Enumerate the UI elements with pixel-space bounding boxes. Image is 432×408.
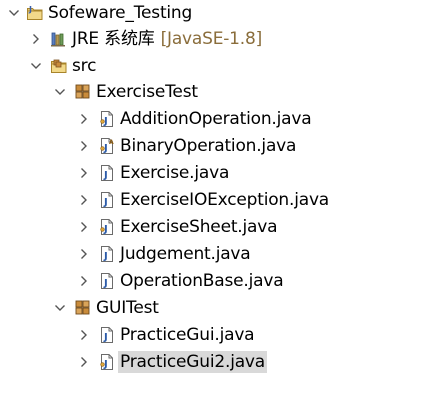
tree-row-file[interactable]: J Exercise.java (0, 160, 432, 187)
package-name[interactable]: GUITest (94, 297, 161, 319)
file-name[interactable]: Exercise.java (118, 162, 231, 184)
java-class-file-icon: J (98, 326, 116, 344)
tree-row-project[interactable]: J Sofeware_Testing (0, 0, 432, 27)
java-class-file-icon: J (98, 191, 116, 209)
chevron-right-icon[interactable] (76, 327, 92, 343)
java-project-icon: J (26, 4, 44, 22)
jre-version-decoration: [JavaSE-1.8] (160, 29, 263, 49)
jre-library-name: JRE 系统库 (72, 29, 155, 49)
java-class-file-icon: J (98, 272, 116, 290)
chevron-right-icon[interactable] (76, 192, 92, 208)
jre-library-label[interactable]: JRE 系统库 [JavaSE-1.8] (70, 28, 264, 50)
tree-row-file[interactable]: J ExerciseIOException.java (0, 187, 432, 214)
chevron-right-icon[interactable] (76, 111, 92, 127)
tree-row-file[interactable]: J OperationBase.java (0, 268, 432, 295)
tree-row-package[interactable]: GUITest (0, 295, 432, 322)
svg-text:J: J (103, 251, 108, 262)
source-folder-icon (50, 57, 68, 75)
java-class-file-icon: J (98, 353, 116, 371)
package-icon (74, 83, 92, 101)
tree-row-file[interactable]: J Judgement.java (0, 241, 432, 268)
project-name[interactable]: Sofeware_Testing (46, 2, 194, 24)
chevron-down-icon[interactable] (28, 58, 44, 74)
java-class-file-icon: J (98, 110, 116, 128)
tree-row-file-selected[interactable]: J PracticeGui2.java (0, 349, 432, 376)
chevron-right-icon[interactable] (76, 246, 92, 262)
package-name[interactable]: ExerciseTest (94, 81, 200, 103)
file-name[interactable]: ExerciseSheet.java (118, 216, 279, 238)
file-name[interactable]: AdditionOperation.java (118, 108, 313, 130)
tree-row-file[interactable]: J AdditionOperation.java (0, 106, 432, 133)
chevron-down-icon[interactable] (52, 84, 68, 100)
chevron-right-icon[interactable] (76, 219, 92, 235)
java-class-file-icon: J (98, 245, 116, 263)
chevron-down-icon[interactable] (6, 5, 22, 21)
tree-row-file[interactable]: J PracticeGui.java (0, 322, 432, 349)
file-name[interactable]: ExerciseIOException.java (118, 189, 331, 211)
tree-row-file[interactable]: J A BinaryOperation.java (0, 133, 432, 160)
svg-text:J: J (103, 170, 108, 181)
file-name[interactable]: PracticeGui2.java (118, 351, 268, 373)
tree-row-jre-library[interactable]: JRE 系统库 [JavaSE-1.8] (0, 26, 432, 53)
file-name[interactable]: PracticeGui.java (118, 324, 256, 346)
file-name[interactable]: Judgement.java (118, 243, 253, 265)
svg-text:A: A (109, 139, 114, 146)
chevron-right-icon[interactable] (28, 31, 44, 47)
tree-row-src-folder[interactable]: src (0, 53, 432, 80)
package-explorer-tree: J Sofeware_Testing JRE 系统库[JavaSE-1.8] (0, 0, 432, 408)
tree-row-file[interactable]: J ExerciseSheet.java (0, 214, 432, 241)
java-class-file-icon: J (98, 218, 116, 236)
java-class-file-icon: J (98, 164, 116, 182)
chevron-right-icon[interactable] (76, 138, 92, 154)
chevron-down-icon[interactable] (52, 300, 68, 316)
file-name[interactable]: BinaryOperation.java (118, 135, 298, 157)
chevron-right-icon[interactable] (76, 273, 92, 289)
svg-text:J: J (103, 332, 108, 343)
library-icon (50, 30, 68, 48)
chevron-right-icon[interactable] (76, 354, 92, 370)
svg-text:J: J (103, 197, 108, 208)
src-folder-label[interactable]: src (70, 55, 98, 77)
package-icon (74, 299, 92, 317)
java-abstract-class-file-icon: J A (98, 137, 116, 155)
svg-text:J: J (28, 5, 32, 14)
svg-text:J: J (103, 278, 108, 289)
tree-row-package[interactable]: ExerciseTest (0, 79, 432, 106)
chevron-right-icon[interactable] (76, 165, 92, 181)
file-name[interactable]: OperationBase.java (118, 270, 285, 292)
